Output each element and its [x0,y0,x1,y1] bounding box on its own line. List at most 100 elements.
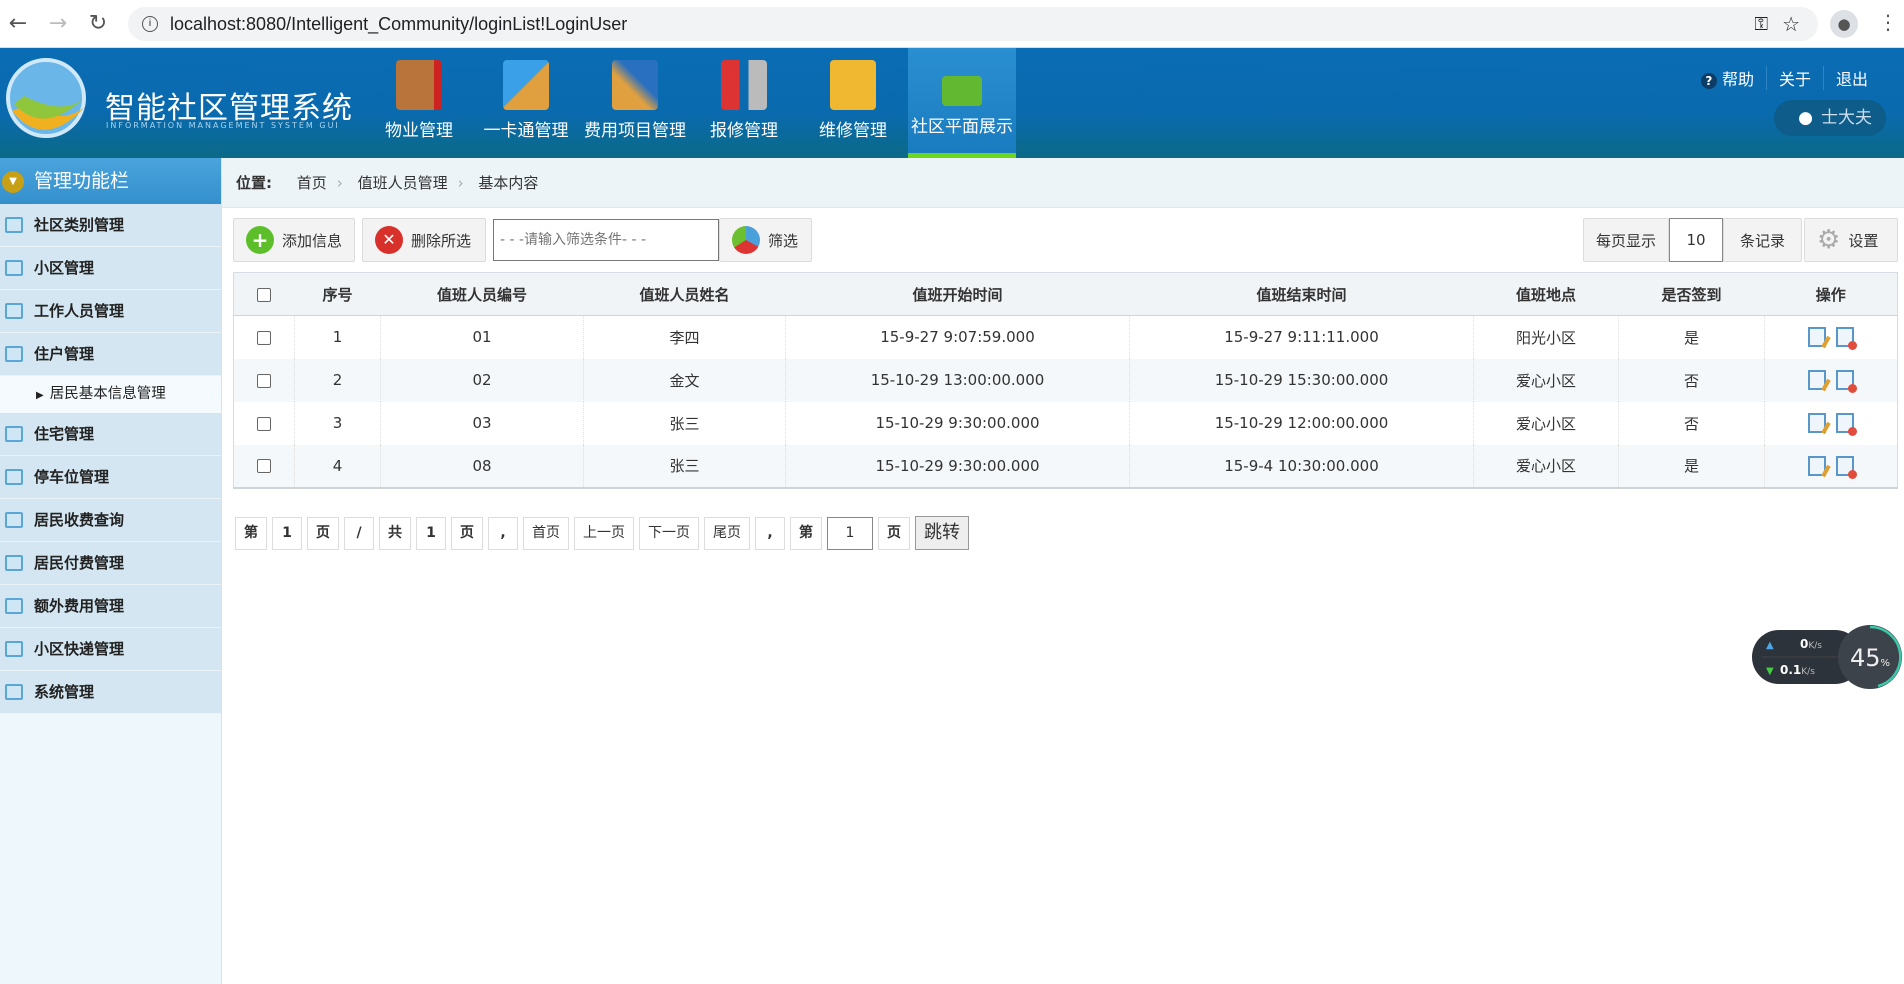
sidebar-item-system[interactable]: 系统管理 [0,671,221,714]
back-icon[interactable]: ← [4,10,32,38]
sidebar-item-housing[interactable]: 住宅管理 [0,413,221,456]
table-header-row: 序号 值班人员编号 值班人员姓名 值班开始时间 值班结束时间 值班地点 是否签到… [233,272,1898,316]
sidebar-item-extra-fees[interactable]: 额外费用管理 [0,585,221,628]
cell-staff-name: 张三 [583,444,786,488]
plus-icon: + [246,226,274,254]
sidebar-item-estate[interactable]: 小区管理 [0,247,221,290]
delete-label: 删除所选 [411,231,472,250]
delete-icon[interactable] [1836,370,1857,393]
sidebar-item-express[interactable]: 小区快递管理 [0,628,221,671]
nav-label: 物业管理 [385,121,453,141]
pagination: 第 1 页 / 共 1 页, 首页 上一页 下一页 尾页, 第 1 页跳转 [235,516,969,550]
edit-icon[interactable] [1808,455,1826,476]
pager-comma: , [755,516,785,550]
sidebar-item-payment[interactable]: 居民付费管理 [0,542,221,585]
delete-selected-button[interactable]: ✕ 删除所选 [362,218,486,262]
cell-staff-id: 08 [380,444,584,488]
edit-icon[interactable] [1808,370,1826,390]
nav-community-map[interactable]: 社区平面展示 [908,48,1016,158]
breadcrumb-label: 位置: [236,174,272,192]
nav-property[interactable]: 物业管理 [365,48,473,158]
add-button[interactable]: + 添加信息 [233,218,355,262]
filter-input[interactable] [493,219,719,261]
help-link[interactable]: ? 帮助 [1689,66,1766,90]
col-header-start-time[interactable]: 值班开始时间 [785,272,1130,316]
profile-icon[interactable]: ● [1830,10,1858,38]
select-all-cell [233,272,295,316]
col-header-staff-id[interactable]: 值班人员编号 [380,272,584,316]
row-checkbox[interactable] [257,330,271,345]
row-checkbox[interactable] [257,459,271,473]
filter-button[interactable]: 筛选 [719,218,812,262]
logout-link[interactable]: 退出 [1822,66,1880,90]
collapse-icon: ▼ [2,171,24,193]
calendar-icon [5,598,23,614]
row-checkbox[interactable] [257,373,271,388]
per-page-input[interactable]: 10 [1669,218,1723,262]
breadcrumb-duty-staff[interactable]: 值班人员管理 [358,174,448,192]
key-icon[interactable]: ⚿ [1754,14,1768,35]
sidebar-item-parking[interactable]: 停车位管理 [0,456,221,499]
first-page-button[interactable]: 首页 [523,516,569,550]
col-header-signed-in[interactable]: 是否签到 [1618,272,1765,316]
sidebar-item-residents[interactable]: 住户管理 [0,333,221,376]
nav-repair-request[interactable]: 报修管理 [690,48,798,158]
select-all-checkbox[interactable] [257,287,272,302]
delete-icon[interactable] [1836,455,1857,479]
sidebar-item-label: 社区类别管理 [34,216,125,234]
table-row: 3 03 张三 15-10-29 9:30:00.000 15-10-29 12:00:… [234,401,1898,445]
next-page-button[interactable]: 下一页 [639,516,699,550]
edit-icon[interactable] [1808,413,1826,433]
user-badge[interactable]: ● 士大夫 [1774,100,1886,136]
pager-label-total: 共 [379,516,411,550]
go-button[interactable]: 跳转 [915,516,969,550]
sidebar-item-fee-query[interactable]: 居民收费查询 [0,499,221,542]
star-icon[interactable]: ☆ [1782,12,1800,37]
cell-start-time: 15-10-29 13:00:00.000 [785,358,1130,402]
settings-button[interactable]: ⚙ 设置 [1804,218,1898,262]
sidebar-item-label: 住宅管理 [34,425,95,443]
delete-icon[interactable] [1836,327,1857,351]
edit-icon[interactable] [1808,327,1826,348]
folder-icon [830,60,876,110]
col-header-staff-name[interactable]: 值班人员姓名 [583,272,786,316]
page-jump-input[interactable]: 1 [827,516,873,550]
prev-page-button[interactable]: 上一页 [574,516,634,550]
row-checkbox[interactable] [257,416,271,431]
menu-icon[interactable]: ⋮ [1878,10,1898,34]
address-bar[interactable]: i localhost:8080/Intelligent_Community/l… [128,7,1818,41]
nav-card[interactable]: 一卡通管理 [472,48,580,158]
cell-actions [1764,444,1898,488]
download-speed: 0.1 [1780,663,1801,677]
cell-start-time: 15-9-27 9:07:59.000 [785,315,1130,359]
col-header-location[interactable]: 值班地点 [1473,272,1619,316]
info-icon: i [142,16,158,32]
sidebar-header[interactable]: ▼ 管理功能栏 [0,158,221,204]
nav-maintenance[interactable]: 维修管理 [799,48,907,158]
cell-location: 爱心小区 [1473,358,1619,402]
last-page-button[interactable]: 尾页 [704,516,750,550]
nav-fees[interactable]: 费用项目管理 [581,48,689,158]
about-link[interactable]: 关于 [1765,66,1823,90]
download-icon: ▼ [1766,666,1774,677]
book-icon [396,60,442,110]
reload-icon[interactable]: ↻ [84,10,112,38]
row-select-cell [234,402,295,445]
forward-icon[interactable]: → [44,10,72,38]
cell-end-time: 15-9-4 10:30:00.000 [1129,444,1474,488]
calendar-icon [5,469,23,485]
nav-label: 费用项目管理 [584,121,686,141]
chat-icon [5,217,23,233]
col-header-index[interactable]: 序号 [294,272,381,316]
row-select-cell [233,444,295,488]
delete-icon[interactable] [1836,413,1857,436]
breadcrumb-home[interactable]: 首页 [297,174,327,192]
sidebar-item-label: 住户管理 [34,345,95,363]
sidebar-subitem-resident-info[interactable]: ▶ 居民基本信息管理 [0,376,221,413]
nav-label: 社区平面展示 [911,117,1013,137]
cell-staff-id: 02 [380,358,584,402]
col-header-end-time[interactable]: 值班结束时间 [1129,272,1474,316]
sidebar-item-community-type[interactable]: 社区类别管理 [0,204,221,247]
sidebar-item-staff[interactable]: 工作人员管理 [0,290,221,333]
row-select-cell [233,358,295,402]
